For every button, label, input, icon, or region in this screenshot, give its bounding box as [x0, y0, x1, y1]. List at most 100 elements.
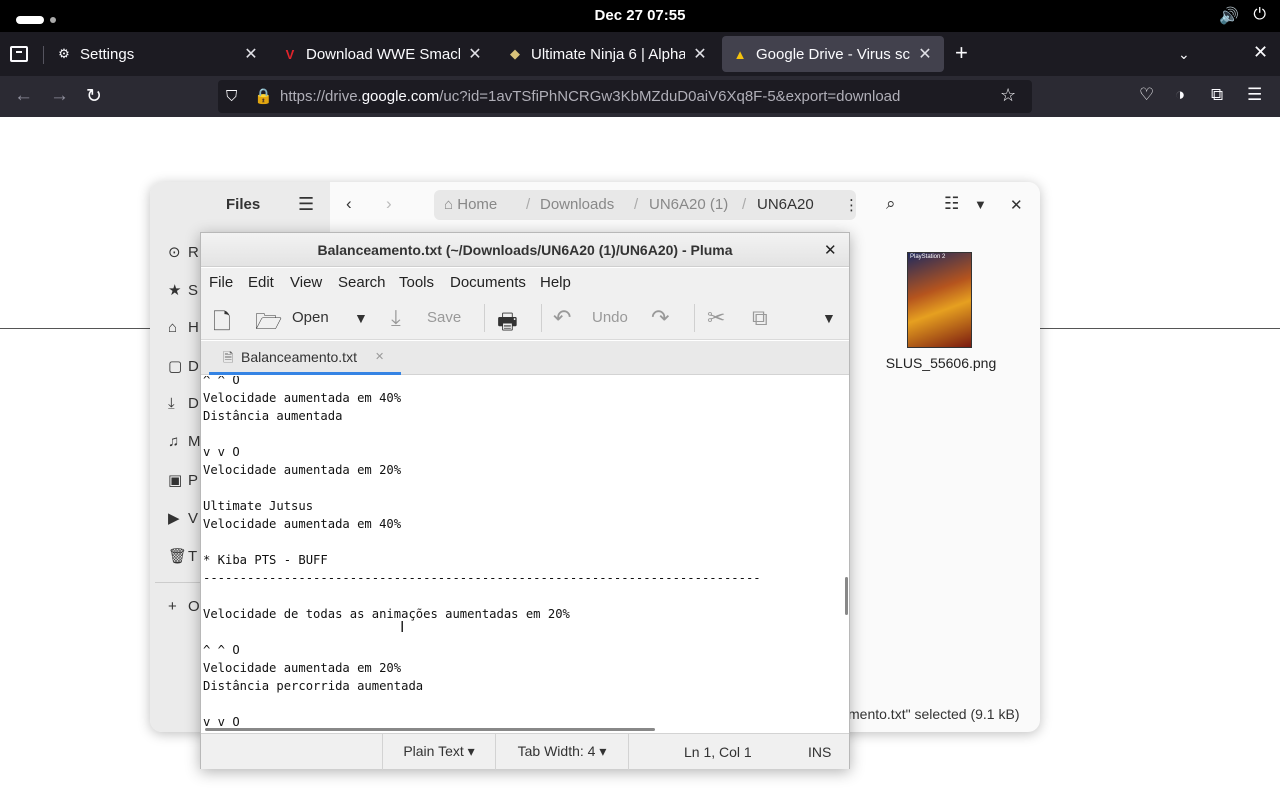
- music-icon: ♫: [168, 433, 180, 450]
- menu-search[interactable]: Search: [338, 274, 386, 291]
- list-view-icon[interactable]: ☷: [944, 194, 959, 214]
- redo-icon[interactable]: ↷: [651, 305, 669, 331]
- account-icon[interactable]: ◑: [1175, 85, 1185, 105]
- menu-tools[interactable]: Tools: [399, 274, 434, 291]
- editor-line: v v O: [203, 445, 240, 459]
- tab-google-drive[interactable]: ▲ Google Drive - Virus scan ✕: [722, 36, 944, 72]
- sidebar-item-other-locations[interactable]: + O: [168, 598, 200, 615]
- editor-line: ----------------------------------------…: [203, 571, 761, 585]
- sidebar-item-music[interactable]: ♫ M: [168, 433, 201, 450]
- close-icon[interactable]: ✕: [824, 241, 837, 259]
- breadcrumb-home[interactable]: ⌂ Home: [444, 196, 497, 213]
- lock-icon[interactable]: 🔒: [254, 87, 273, 105]
- save-icon[interactable]: ⤓: [391, 305, 401, 331]
- sidebar-item-downloads[interactable]: ⤓ D: [168, 395, 199, 412]
- editor-lines: ^ ^ O Velocidade aumentada em 40% Distânci…: [203, 376, 761, 731]
- tab-balanceamento[interactable]: 🗎 Balanceamento.txt ✕: [209, 341, 401, 375]
- sidebar-item-documents[interactable]: ▢ D: [168, 357, 199, 375]
- open-folder-icon[interactable]: 🗁: [255, 305, 282, 343]
- forward-chevron-icon[interactable]: ›: [386, 194, 392, 214]
- print-icon[interactable]: 🖶: [497, 305, 518, 343]
- sidebar-item-label: R: [188, 244, 199, 261]
- new-tab-button[interactable]: +: [955, 40, 968, 66]
- menu-edit[interactable]: Edit: [248, 274, 274, 291]
- bookmark-star-icon[interactable]: ☆: [1000, 85, 1016, 106]
- shield-icon[interactable]: ⛉: [226, 88, 237, 105]
- menu-help[interactable]: Help: [540, 274, 571, 291]
- close-icon[interactable]: ✕: [916, 44, 934, 64]
- editor-line: Velocidade aumentada em 40%: [203, 517, 402, 531]
- files-title: Files: [226, 196, 261, 213]
- extensions-icon[interactable]: ⧉: [1211, 85, 1223, 105]
- horizontal-scrollbar[interactable]: [205, 728, 655, 731]
- file-thumbnail[interactable]: PlayStation 2: [907, 252, 972, 348]
- clock[interactable]: Dec 27 07:55: [0, 7, 1280, 24]
- video-icon: ▶: [168, 510, 180, 527]
- new-document-icon[interactable]: 🗋: [213, 305, 231, 343]
- breadcrumb-un6a20[interactable]: UN6A20: [757, 196, 814, 213]
- reload-icon[interactable]: ↻: [86, 85, 102, 108]
- editor-line: Velocidade de todas as animações aumenta…: [203, 607, 570, 621]
- vertical-scrollbar[interactable]: [845, 577, 848, 615]
- cut-icon[interactable]: ✂: [707, 305, 725, 331]
- menu-documents[interactable]: Documents: [450, 274, 526, 291]
- url-text[interactable]: https://drive.google.com/uc?id=1avTSfiPh…: [280, 88, 900, 105]
- sidebar-item-label: T: [188, 548, 198, 565]
- pluma-titlebar[interactable]: Balanceamento.txt (~/Downloads/UN6A20 (1…: [201, 233, 849, 267]
- copy-icon[interactable]: ⧉: [752, 305, 768, 331]
- active-tab-indicator: [209, 372, 401, 375]
- editor-line: Distância percorrida aumentada: [203, 679, 424, 693]
- download-icon: ⤓: [168, 395, 175, 412]
- browser-tab-bar: ⚙ Settings ✕ V Download WWE SmackD ✕ ◆ U…: [0, 32, 1280, 76]
- back-arrow-icon[interactable]: ←: [14, 85, 33, 107]
- chevron-down-icon[interactable]: ▼: [974, 197, 987, 212]
- document-icon: ▢: [168, 358, 183, 375]
- close-icon[interactable]: ✕: [691, 44, 709, 64]
- breadcrumb-downloads[interactable]: Downloads: [540, 196, 614, 213]
- sidebar-item-home[interactable]: ⌂ H: [168, 319, 199, 336]
- breadcrumb-un6a20-1[interactable]: UN6A20 (1): [649, 196, 728, 213]
- chevron-down-icon: ▾: [599, 743, 607, 759]
- chevron-down-icon[interactable]: ▼: [354, 310, 368, 326]
- hamburger-menu-icon[interactable]: ☰: [298, 194, 314, 215]
- sidebar-item-recent[interactable]: ⊙ R: [168, 243, 199, 261]
- menu-view[interactable]: View: [290, 274, 322, 291]
- chevron-down-icon[interactable]: ⌄: [1178, 46, 1190, 63]
- tab-width-dropdown[interactable]: Tab Width: 4 ▾: [495, 734, 629, 770]
- search-icon[interactable]: ⌕: [886, 194, 896, 214]
- tab-ultimate-ninja[interactable]: ◆ Ultimate Ninja 6 | Alpha 2 ✕: [497, 36, 719, 72]
- tab-overview-icon[interactable]: [10, 46, 28, 62]
- breadcrumb-separator: /: [634, 196, 639, 213]
- system-status-area[interactable]: 🔊 ⏻: [1219, 6, 1266, 26]
- close-icon[interactable]: ✕: [242, 44, 260, 64]
- undo-icon[interactable]: ↶: [553, 305, 571, 331]
- window-close-icon[interactable]: ✕: [1253, 42, 1268, 63]
- text-editor[interactable]: ^ ^ O Velocidade aumentada em 40% Distânci…: [201, 376, 849, 732]
- chevron-down-icon[interactable]: ▼: [822, 310, 836, 326]
- sidebar-item-videos[interactable]: ▶ V: [168, 509, 198, 527]
- sidebar-item-trash[interactable]: 🗑T: [168, 547, 197, 565]
- url-bar[interactable]: ⛉ 🔒 https://drive.google.com/uc?id=1avTS…: [218, 80, 1032, 113]
- pocket-icon[interactable]: ♡: [1139, 85, 1154, 105]
- back-chevron-icon[interactable]: ‹: [346, 194, 352, 214]
- hamburger-menu-icon[interactable]: ☰: [1247, 85, 1262, 105]
- forward-arrow-icon[interactable]: →: [50, 85, 69, 107]
- sidebar-item-pictures[interactable]: ▣ P: [168, 471, 198, 489]
- file-name[interactable]: SLUS_55606.png: [866, 355, 1016, 371]
- undo-button[interactable]: Undo: [592, 309, 628, 326]
- close-icon[interactable]: ✕: [375, 350, 384, 363]
- tab-download-wwe[interactable]: V Download WWE SmackD ✕: [272, 36, 494, 72]
- open-button[interactable]: Open: [292, 309, 329, 326]
- close-icon[interactable]: ✕: [1010, 196, 1023, 214]
- more-options-icon[interactable]: ⋮: [844, 196, 859, 214]
- save-button[interactable]: Save: [427, 309, 461, 326]
- url-path: /uc?id=1avTSfiPhNCRGw3KbMZduD0aiV6Xq8F-5…: [439, 88, 901, 105]
- close-icon[interactable]: ✕: [466, 44, 484, 64]
- syntax-mode-dropdown[interactable]: Plain Text ▾: [382, 734, 496, 770]
- i-beam-cursor-icon: I: [400, 619, 405, 636]
- menu-file[interactable]: File: [209, 274, 233, 291]
- sidebar-item-starred[interactable]: ★ S: [168, 281, 198, 299]
- tab-settings[interactable]: ⚙ Settings ✕: [46, 36, 270, 72]
